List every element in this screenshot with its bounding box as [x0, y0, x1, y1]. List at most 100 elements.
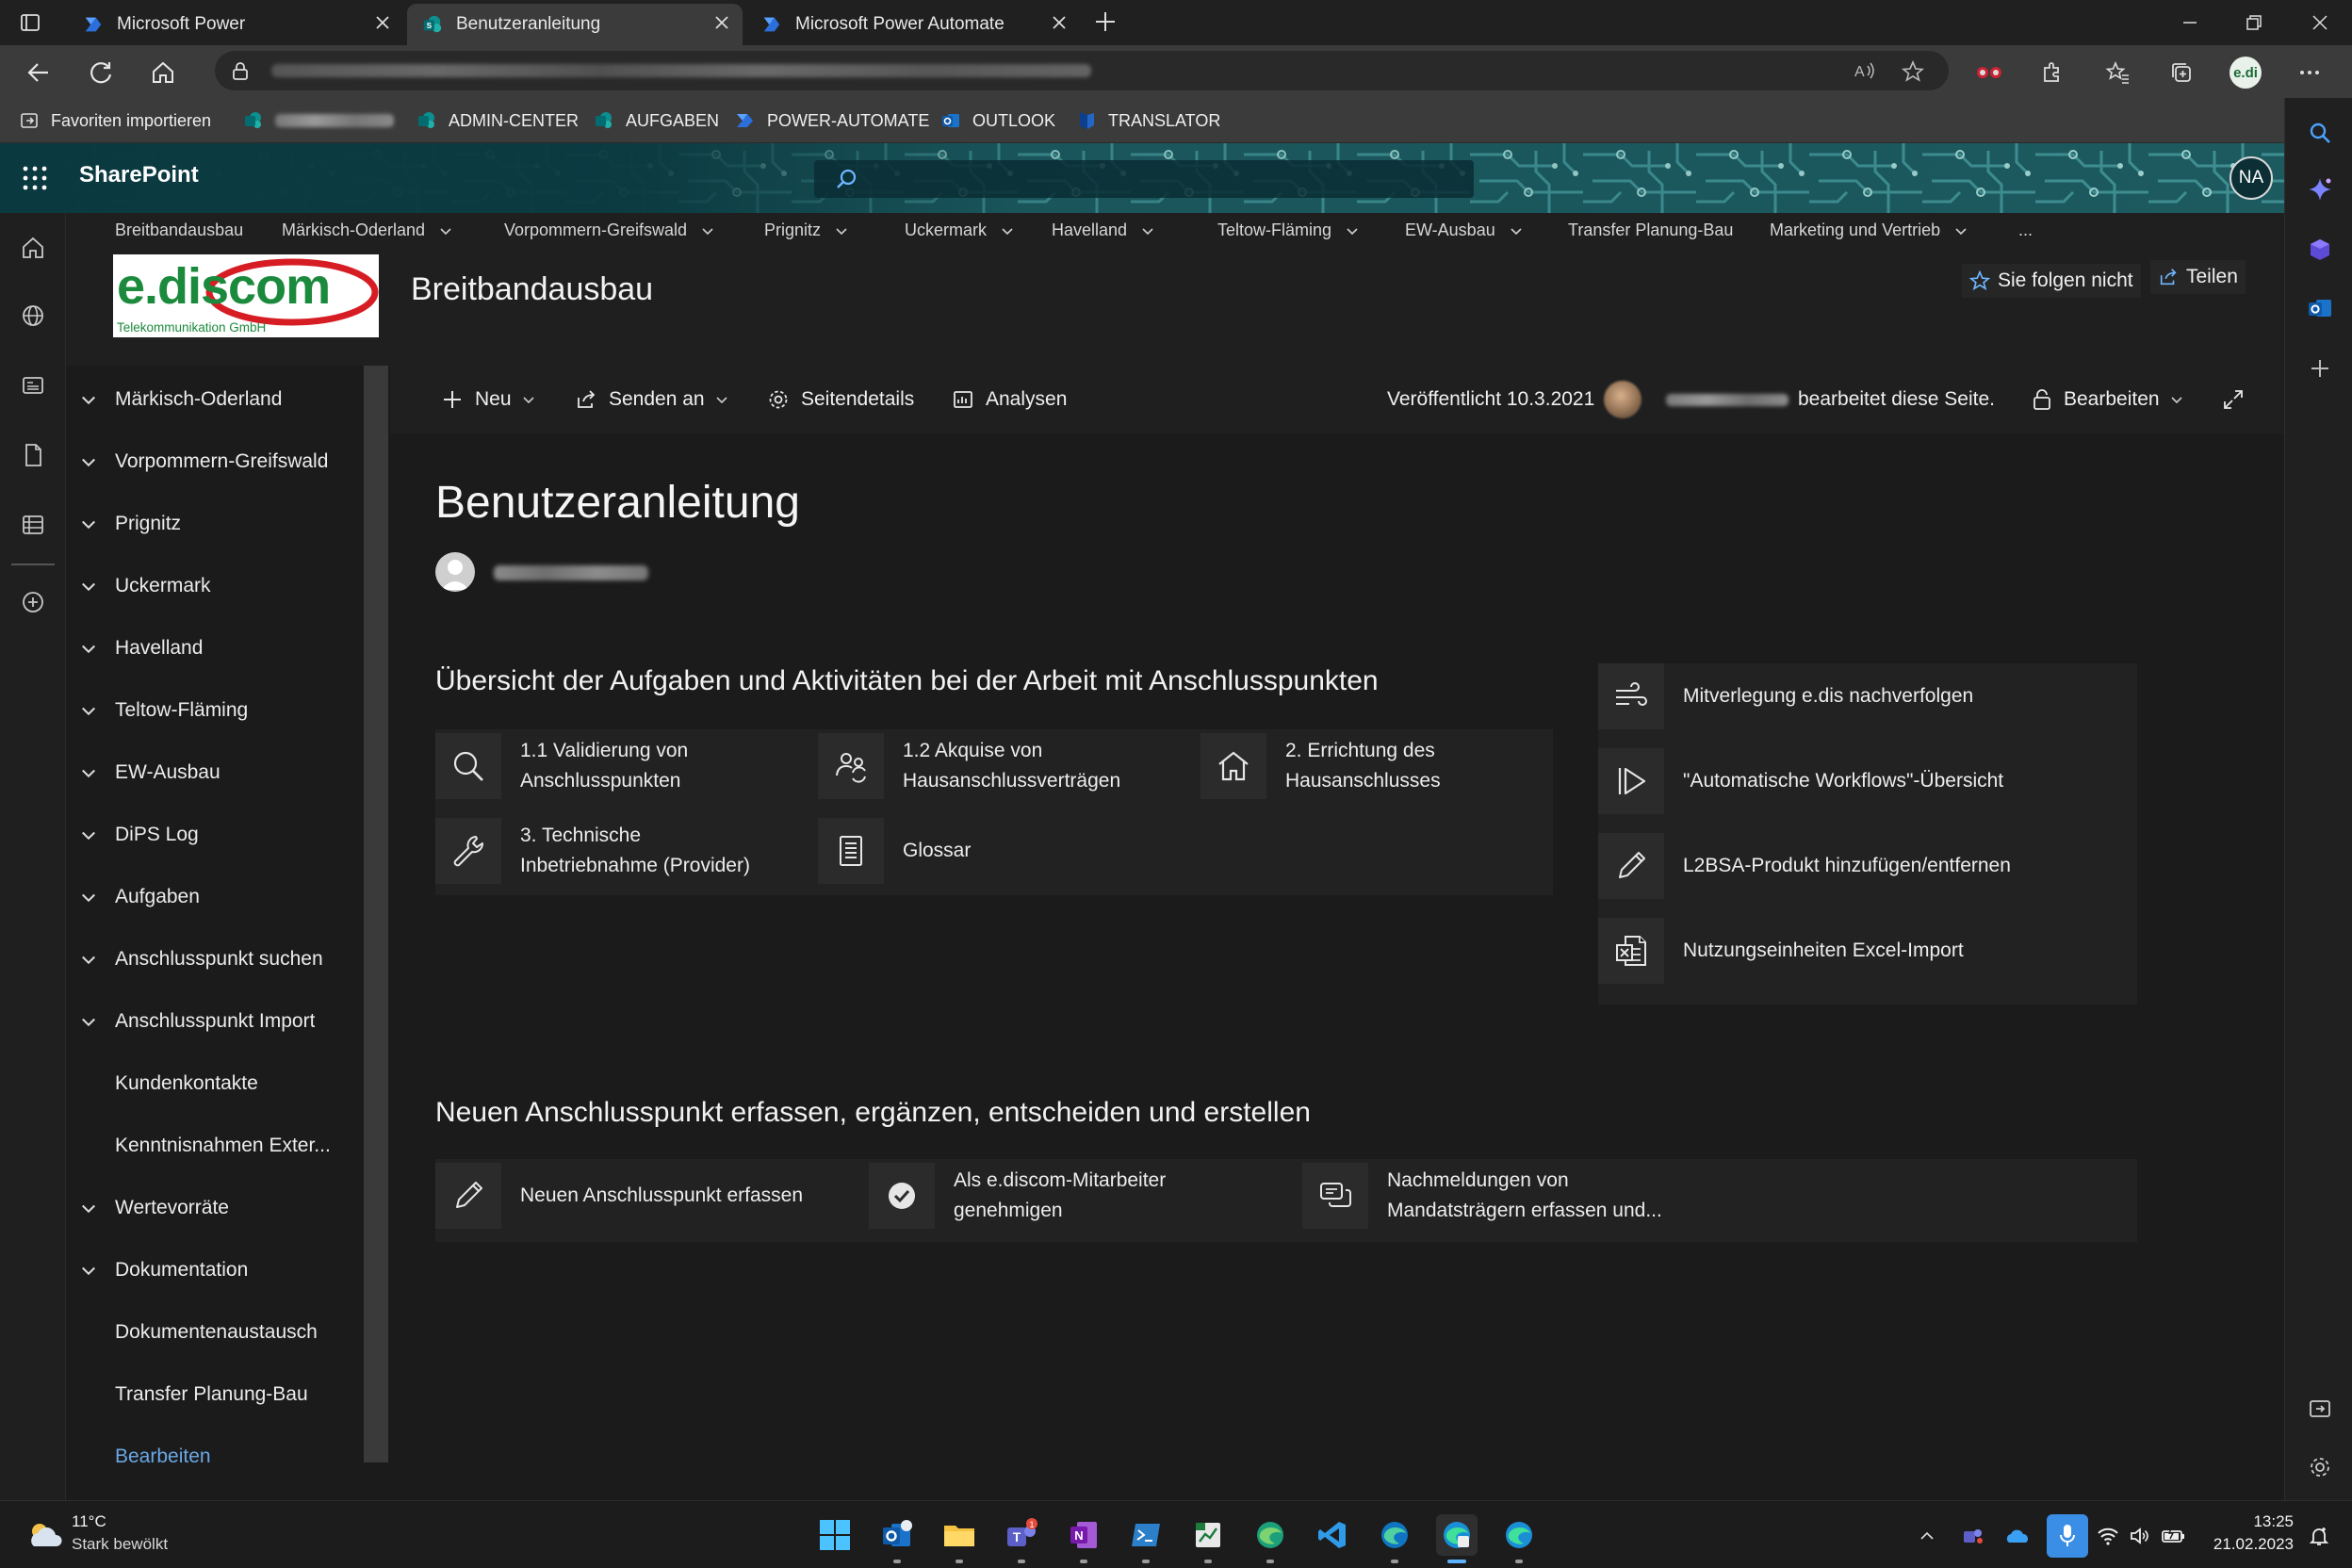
suite-app-name[interactable]: SharePoint	[79, 162, 199, 188]
hub-nav-item[interactable]: Prignitz	[764, 220, 849, 240]
quick-link-akquise[interactable]: 1.2 Akquise von Hausanschlussverträgen	[818, 733, 1120, 799]
sharepoint-search-box[interactable]	[814, 160, 1474, 198]
quick-launch-item[interactable]: DiPS Log	[66, 814, 358, 856]
clock-date[interactable]: 21.02.2023	[2199, 1535, 2294, 1554]
quick-link-genehmigen[interactable]: Als e.discom-Mitarbeiter genehmigen	[869, 1163, 1166, 1229]
globe-icon[interactable]	[17, 300, 49, 332]
quick-launch-scrollbar[interactable]	[364, 366, 388, 1462]
onedrive-icon[interactable]	[2003, 1522, 2032, 1550]
browser-tab-2[interactable]: S Benutzeranleitung	[407, 4, 743, 45]
hub-nav-item[interactable]: ...	[2018, 220, 2033, 240]
favorite-redacted[interactable]	[243, 107, 394, 134]
excel-tool-icon[interactable]	[1187, 1514, 1229, 1563]
favorites-icon[interactable]	[2101, 57, 2133, 89]
chevron-down-icon[interactable]	[79, 763, 98, 782]
chevron-down-icon[interactable]	[79, 577, 98, 596]
quick-link-nachmeldungen[interactable]: Nachmeldungen von Mandatsträgern erfassen…	[1302, 1163, 1662, 1229]
start-windows-icon[interactable]	[814, 1514, 856, 1556]
chevron-down-icon[interactable]	[79, 639, 98, 658]
analytics-button[interactable]: Analysen	[952, 384, 1067, 415]
home-icon[interactable]	[17, 232, 49, 264]
chevron-down-icon[interactable]	[79, 1261, 98, 1280]
add-sidebar-app-icon[interactable]	[2306, 354, 2334, 383]
show-hidden-icons-chevron-up-icon[interactable]	[1913, 1522, 1941, 1550]
notifications-bell-icon[interactable]	[2305, 1522, 2333, 1550]
chevron-down-icon[interactable]	[79, 825, 98, 844]
hub-nav-item[interactable]: Marketing und Vertrieb	[1770, 220, 1968, 240]
collections-icon[interactable]	[2165, 57, 2197, 89]
home-icon[interactable]	[147, 57, 179, 89]
chevron-down-icon[interactable]	[79, 888, 98, 906]
expand-button[interactable]	[2222, 384, 2256, 415]
battery-icon[interactable]	[2160, 1522, 2188, 1550]
quick-launch-edit-link[interactable]: Bearbeiten	[66, 1436, 358, 1478]
quick-link-validierung[interactable]: 1.1 Validierung von Anschlusspunkten	[435, 733, 688, 799]
wifi-icon[interactable]	[2094, 1522, 2122, 1550]
share-button[interactable]: Teilen	[2150, 260, 2246, 294]
search-icon[interactable]	[2306, 119, 2334, 147]
extensions-icon[interactable]	[2035, 57, 2067, 89]
hide-sidebar-icon[interactable]	[2306, 1395, 2334, 1423]
close-window-icon[interactable]	[2303, 8, 2337, 38]
quick-launch-item[interactable]: Wertevorräte	[66, 1187, 358, 1229]
side-link-mitverlegung[interactable]: Mitverlegung e.dis nachverfolgen	[1598, 663, 1973, 729]
hub-nav-item[interactable]: EW-Ausbau	[1405, 220, 1524, 240]
hub-nav-item[interactable]: Teltow-Fläming	[1217, 220, 1360, 240]
news-icon[interactable]	[17, 369, 49, 401]
favorite-aufgaben[interactable]: AUFGABEN	[594, 107, 719, 134]
quick-link-neuer-anschlusspunkt[interactable]: Neuen Anschlusspunkt erfassen	[435, 1163, 803, 1229]
terminal-icon[interactable]	[1125, 1514, 1167, 1563]
settings-gear-icon[interactable]	[2306, 1453, 2334, 1481]
chevron-down-icon[interactable]	[79, 1199, 98, 1217]
page-details-button[interactable]: Seitendetails	[767, 384, 914, 415]
favorite-power-automate[interactable]: POWER-AUTOMATE	[735, 107, 929, 134]
quick-launch-item[interactable]: Kenntnisnahmen Exter...	[66, 1125, 358, 1167]
follow-button[interactable]: Sie folgen nicht	[1962, 264, 2141, 298]
side-link-workflows[interactable]: "Automatische Workflows"-Übersicht	[1598, 748, 2003, 814]
new-tab-icon[interactable]	[1093, 9, 1118, 34]
weather-cloud-icon[interactable]	[24, 1518, 66, 1552]
side-link-l2bsa[interactable]: L2BSA-Produkt hinzufügen/entfernen	[1598, 833, 2011, 899]
chevron-down-icon[interactable]	[79, 452, 98, 471]
hub-nav-item[interactable]: Havelland	[1052, 220, 1155, 240]
edge-canary-icon[interactable]	[1498, 1514, 1540, 1563]
close-tab-icon[interactable]	[1050, 13, 1069, 32]
send-to-button[interactable]: Senden an	[575, 384, 729, 415]
quick-launch-item[interactable]: EW-Ausbau	[66, 752, 358, 793]
favorite-translator[interactable]: TRANSLATOR	[1076, 107, 1220, 134]
chevron-down-icon[interactable]	[79, 514, 98, 533]
quick-launch-item[interactable]: Märkisch-Oderland	[66, 379, 358, 420]
tab-actions-icon[interactable]	[19, 11, 41, 34]
profile-avatar[interactable]: e.di	[2230, 57, 2262, 89]
quick-launch-item[interactable]: Transfer Planung-Bau	[66, 1374, 358, 1415]
favorite-admin-center[interactable]: ADMIN-CENTER	[416, 107, 579, 134]
site-title[interactable]: Breitbandausbau	[411, 271, 653, 308]
quick-launch-item[interactable]: Dokumentation	[66, 1250, 358, 1291]
hub-nav-item[interactable]: Breitbandausbau	[115, 220, 243, 240]
browser-tab-1[interactable]: Microsoft Power Automate	[68, 4, 260, 45]
browser-tab-3[interactable]: Microsoft Power Automate	[746, 4, 1067, 45]
chevron-down-icon[interactable]	[79, 390, 98, 409]
hub-nav-item[interactable]: Vorpommern-Greifswald	[504, 220, 715, 240]
onenote-icon[interactable]: N	[1063, 1514, 1104, 1563]
more-options-icon[interactable]	[2294, 57, 2326, 89]
lock-icon[interactable]	[230, 60, 251, 81]
address-bar[interactable]: A	[215, 51, 1949, 90]
hub-nav-item[interactable]: Uckermark	[905, 220, 1015, 240]
close-tab-icon[interactable]	[712, 13, 731, 32]
edge-dev-icon[interactable]	[1374, 1514, 1415, 1563]
volume-icon[interactable]	[2126, 1522, 2154, 1550]
quick-link-inbetriebnahme[interactable]: 3. Technische Inbetriebnahme (Provider)	[435, 818, 750, 884]
minimize-icon[interactable]	[2173, 8, 2207, 38]
quick-launch-item[interactable]: Prignitz	[66, 503, 358, 545]
hub-nav-item[interactable]: Transfer Planung-Bau	[1568, 220, 1733, 240]
hub-nav-item[interactable]: Märkisch-Oderland	[282, 220, 453, 240]
quick-launch-item[interactable]: Teltow-Fläming	[66, 690, 358, 731]
clock-time[interactable]: 13:25	[2199, 1512, 2294, 1531]
quick-launch-item[interactable]: Anschlusspunkt Import	[66, 1001, 358, 1042]
app-launcher-icon[interactable]	[19, 162, 51, 194]
quick-launch-item[interactable]: Havelland	[66, 628, 358, 669]
vscode-icon[interactable]	[1312, 1514, 1353, 1556]
teams-tray-icon[interactable]	[1958, 1522, 1986, 1550]
create-icon[interactable]	[17, 586, 49, 618]
